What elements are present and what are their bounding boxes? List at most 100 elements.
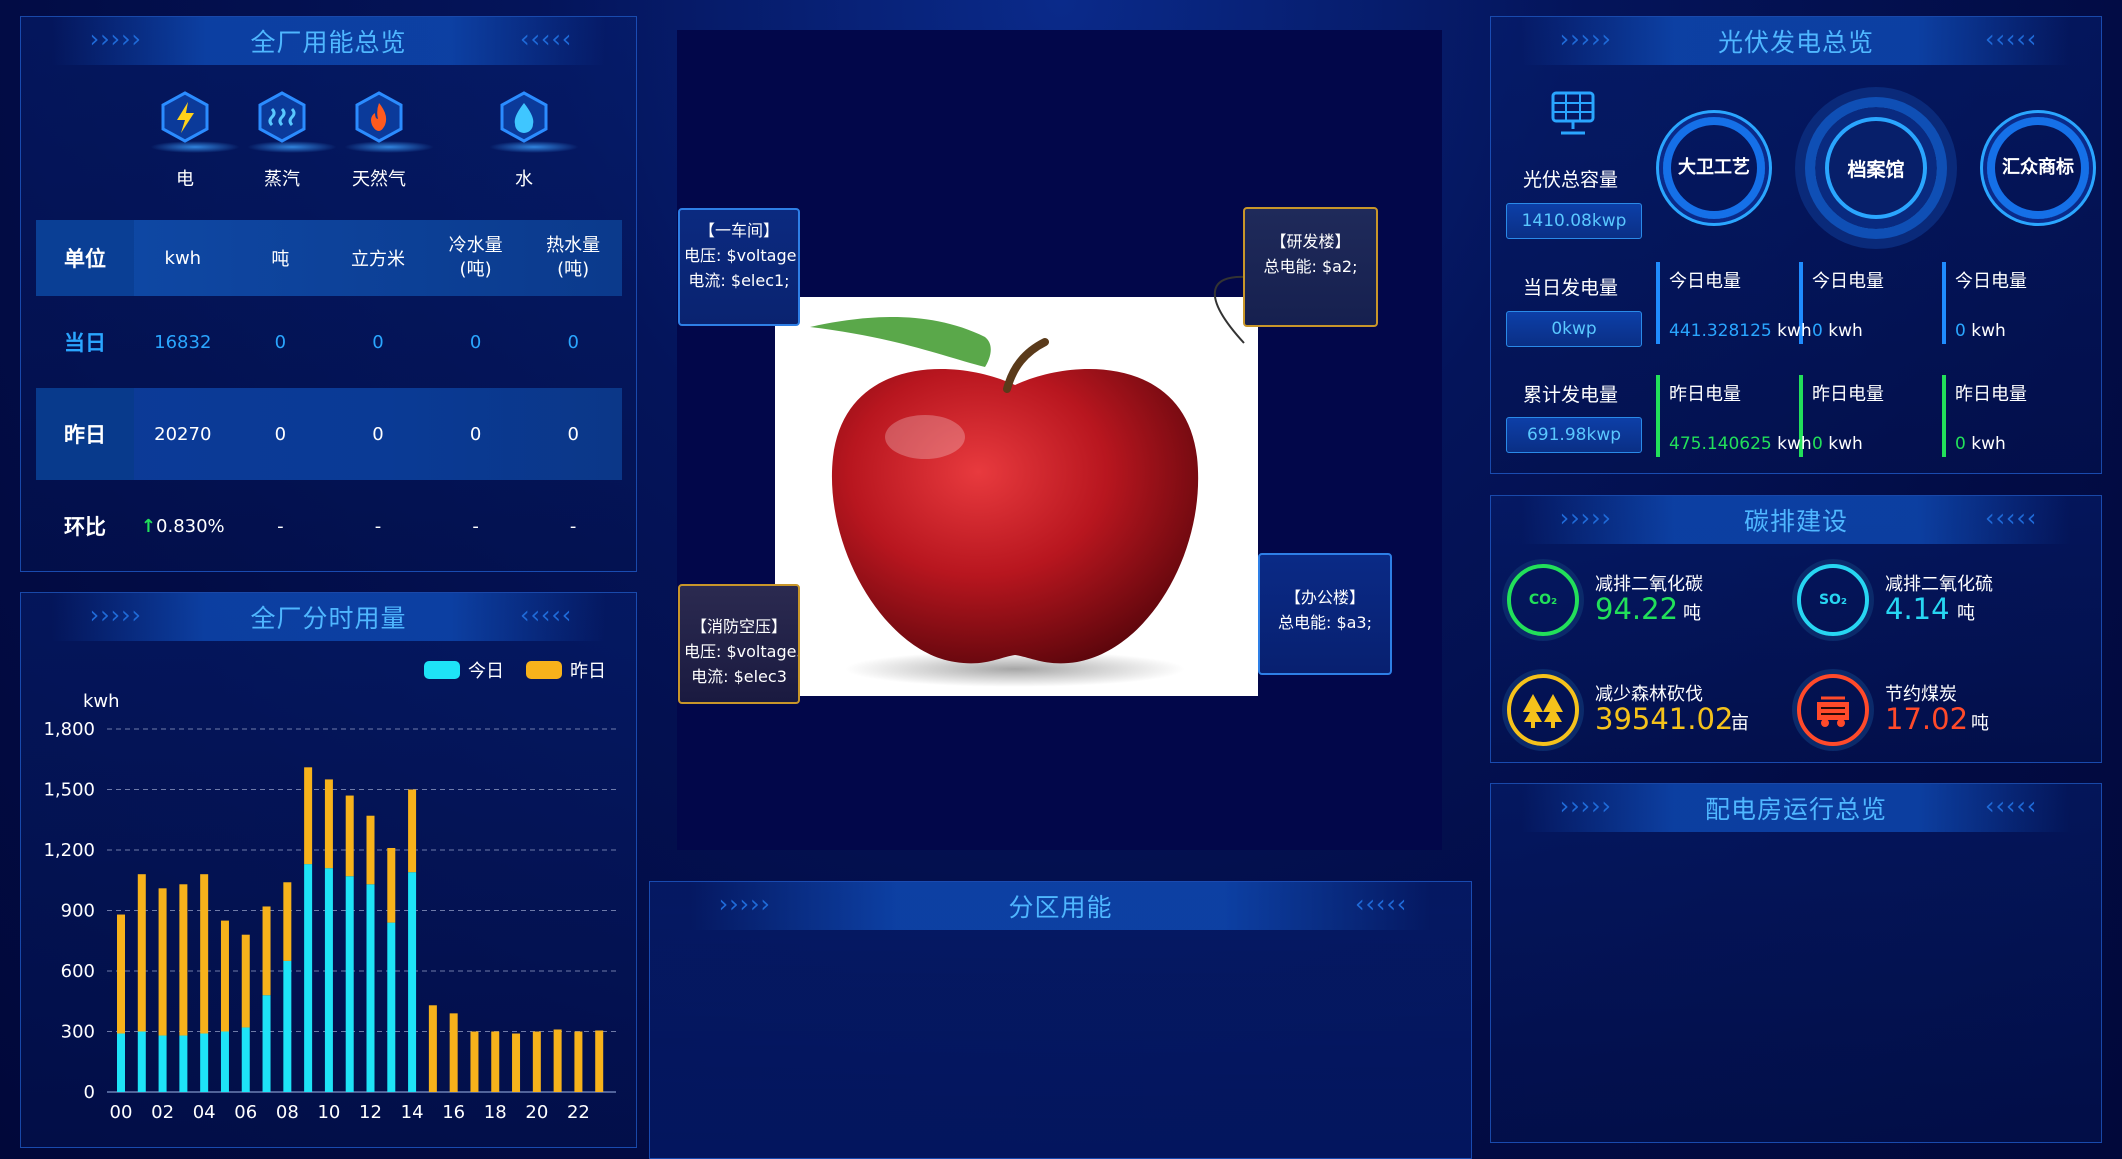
zone-energy-title: 分区用能 <box>1008 893 1113 922</box>
energy-type-gas[interactable]: 天然气 <box>344 91 434 191</box>
stat-unit: kwh <box>1971 434 2006 454</box>
stat-unit: kwh <box>1828 434 1863 454</box>
bar-yesterday[interactable] <box>366 815 375 885</box>
bar-today[interactable] <box>241 1027 250 1092</box>
bar-yesterday[interactable] <box>345 795 354 877</box>
pv-capacity-value: 1410.08kwp <box>1506 203 1642 239</box>
bar-yesterday[interactable] <box>428 1005 437 1092</box>
tag-line: 电压: $voltage3 <box>684 642 800 661</box>
bar-today[interactable] <box>137 1031 146 1093</box>
x-tick-label: 10 <box>317 1102 340 1123</box>
table-cell: - <box>472 515 479 537</box>
title-deco-arrows: ››››› <box>1557 504 1613 532</box>
energy-type-water[interactable]: 水 <box>489 91 579 191</box>
bar-yesterday[interactable] <box>158 888 167 1036</box>
bar-yesterday[interactable] <box>241 934 250 1028</box>
title-deco-arrows: ‹‹‹‹‹ <box>1982 504 2039 532</box>
bar-yesterday[interactable] <box>283 882 292 961</box>
bar-today[interactable] <box>158 1035 167 1092</box>
title-deco-arrows: ››››› <box>87 25 143 53</box>
title-deco-arrows: ‹‹‹‹‹ <box>1982 792 2039 820</box>
title-deco-arrows: ‹‹‹‹‹ <box>1982 25 2039 53</box>
pv-daily-value: 0kwp <box>1506 311 1642 347</box>
x-tick-label: 06 <box>234 1102 257 1123</box>
bar-yesterday[interactable] <box>574 1031 583 1093</box>
apple-image <box>810 317 1199 687</box>
bar-today[interactable] <box>408 872 417 1092</box>
bar-yesterday[interactable] <box>595 1030 604 1092</box>
table-header-cell: 吨 <box>271 249 290 270</box>
stat-unit: kwh <box>1777 434 1812 454</box>
table-cell: 16832 <box>154 331 212 353</box>
x-tick-label: 14 <box>401 1102 424 1123</box>
pv-today-stat: 今日电量 441.328125 kwh <box>1669 267 1812 341</box>
power-room-title: 配电房运行总览 <box>1704 795 1887 824</box>
table-cell: 0 <box>274 423 287 445</box>
bar-today[interactable] <box>117 1033 125 1092</box>
bar-yesterday[interactable] <box>262 906 271 996</box>
map-tag-fire-compressor[interactable]: 【消防空压】 电压: $voltage3 电流: $elec3 <box>678 584 800 704</box>
map-tag-office-building[interactable]: 【办公楼】 总电能: $a3; <box>1258 553 1392 675</box>
carbon-unit: 吨 <box>1971 713 1989 734</box>
bar-yesterday[interactable] <box>512 1033 521 1092</box>
bar-yesterday[interactable] <box>408 789 417 873</box>
table-header-cell: 立方米 <box>350 249 405 270</box>
y-tick-label: 1,800 <box>43 719 95 740</box>
bar-today[interactable] <box>345 876 354 1092</box>
bar-today[interactable] <box>304 864 313 1092</box>
pv-site-button-archive[interactable]: 档案馆 <box>1805 97 1947 239</box>
stat-label: 昨日电量 <box>1955 384 2027 405</box>
energy-type-electric[interactable]: 电 <box>150 91 240 191</box>
carbon-panel: ››››› 碳排建设 ‹‹‹‹‹ CO₂ 减排二氧化碳 94.22 吨 SO₂ … <box>1490 495 2102 763</box>
bar-yesterday[interactable] <box>470 1031 479 1093</box>
y-tick-label: 900 <box>61 901 95 922</box>
carbon-unit: 亩 <box>1731 713 1749 734</box>
bar-yesterday[interactable] <box>324 779 333 869</box>
stat-label: 昨日电量 <box>1812 384 1884 405</box>
energy-usage-table: 单位 kwh 吨 立方米 冷水量 (吨) 热水量 (吨) 当日 16832 0 … <box>36 220 622 572</box>
coal-cart-icon <box>1797 674 1869 746</box>
map-tag-rnd-building[interactable]: 【研发楼】 总电能: $a2; <box>1243 207 1378 327</box>
table-header-cell: 单位 <box>36 220 134 296</box>
bar-yesterday[interactable] <box>449 1013 458 1092</box>
pv-site-button-huizhong[interactable]: 汇众商标 <box>1987 117 2089 219</box>
pv-site-button-dawei[interactable]: 大卫工艺 <box>1663 117 1765 219</box>
bar-yesterday[interactable] <box>200 874 209 1034</box>
bar-today[interactable] <box>262 995 271 1092</box>
bar-yesterday[interactable] <box>137 874 146 1032</box>
bar-yesterday[interactable] <box>532 1031 541 1093</box>
bar-yesterday[interactable] <box>117 914 125 1034</box>
energy-type-steam[interactable]: 蒸汽 <box>247 91 337 191</box>
pv-today-stat: 今日电量 0 kwh <box>1955 267 2027 341</box>
bar-today[interactable] <box>366 884 375 1092</box>
bar-yesterday[interactable] <box>179 884 188 1036</box>
tag-line: 电压: $voltage1; <box>684 246 800 265</box>
hourly-bar-chart: kwh 0 300 600 900 1,200 1,500 1,800 00 02 04 06 08 10… <box>43 691 616 1123</box>
energy-type-label: 蒸汽 <box>264 169 300 190</box>
bar-today[interactable] <box>220 1031 229 1093</box>
table-cell: 0 <box>372 331 384 353</box>
y-tick-label: 1,500 <box>43 780 95 801</box>
table-cell: 0 <box>567 423 579 445</box>
bar-today[interactable] <box>200 1033 209 1092</box>
bar-today[interactable] <box>179 1035 188 1092</box>
bar-yesterday[interactable] <box>491 1031 500 1093</box>
x-tick-label: 16 <box>442 1102 465 1123</box>
bar-yesterday[interactable] <box>387 847 396 923</box>
pv-overview-title: 光伏发电总览 <box>1717 28 1874 57</box>
y-tick-label: 1,200 <box>43 840 95 861</box>
bar-today[interactable] <box>283 960 292 1092</box>
x-tick-label: 02 <box>151 1102 174 1123</box>
tag-title: 【一车间】 <box>698 221 779 240</box>
bar-yesterday[interactable] <box>304 767 313 865</box>
table-cell: 0 <box>372 423 384 445</box>
hourly-usage-panel: ››››› 全厂分时用量 ‹‹‹‹‹ 今日 昨日 kwh 0 300 600 900 1,… <box>20 592 637 1148</box>
bar-yesterday[interactable] <box>553 1029 562 1092</box>
bar-today[interactable] <box>324 868 333 1092</box>
map-tag-workshop1[interactable]: 【一车间】 电压: $voltage1; 电流: $elec1; <box>678 208 800 326</box>
pv-yesterday-stat: 昨日电量 475.140625 kwh <box>1669 380 1812 454</box>
bar-yesterday[interactable] <box>220 920 229 1032</box>
carbon-unit: 吨 <box>1957 603 1975 624</box>
flame-icon <box>353 91 405 143</box>
bar-today[interactable] <box>387 922 396 1092</box>
